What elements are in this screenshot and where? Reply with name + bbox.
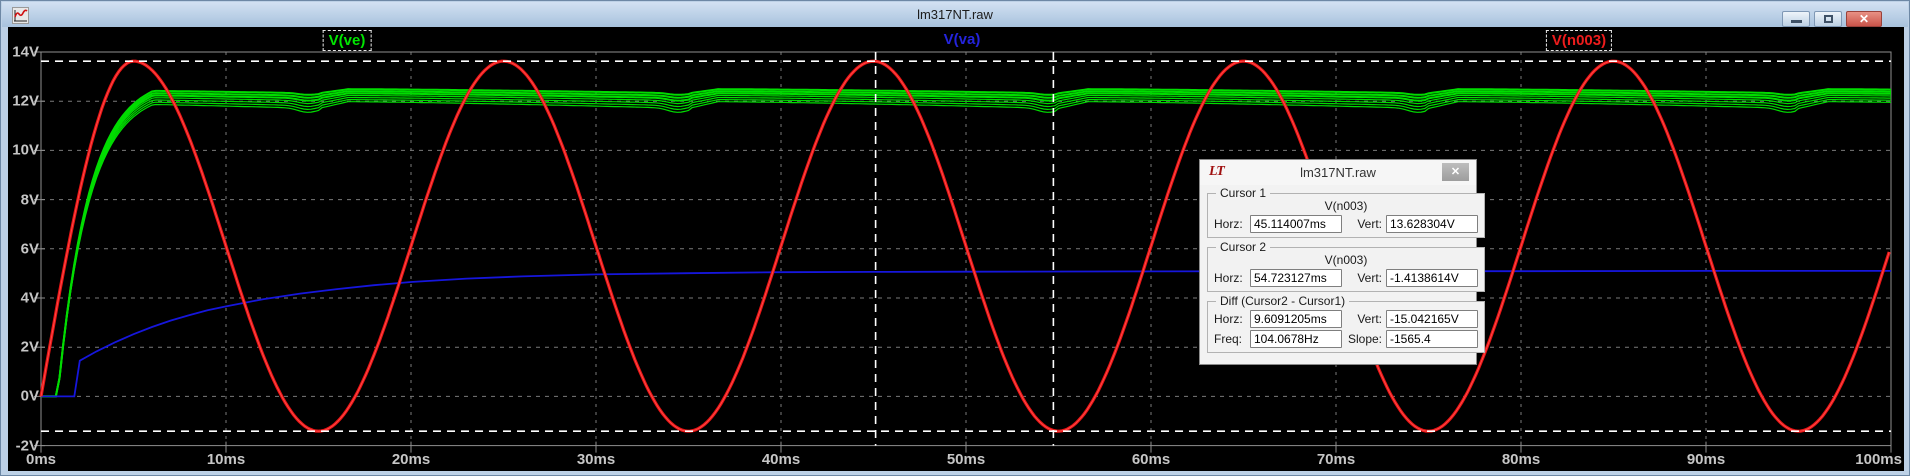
y-axis-tick-label: 14V [9, 44, 39, 61]
y-axis-tick-label: 6V [9, 240, 39, 257]
y-axis-tick-label: 0V [9, 388, 39, 405]
plot-pane[interactable]: 14V12V10V8V6V4V2V0V-2V0ms10ms20ms30ms40m… [8, 27, 1904, 471]
x-axis-tick-label: 50ms [947, 451, 985, 468]
x-axis-tick-label: 30ms [577, 451, 615, 468]
diff-freq-label: Freq: [1214, 332, 1250, 346]
cursor2-horz-label: Horz: [1214, 271, 1250, 285]
diff-slope-label: Slope: [1342, 332, 1382, 346]
cursor1-vert-label: Vert: [1342, 217, 1382, 231]
diff-horz-label: Horz: [1214, 312, 1250, 326]
restore-button[interactable] [1814, 11, 1842, 27]
cursor2-group: Cursor 2 V(n003) Horz: Vert: [1207, 240, 1485, 292]
waveform-chart[interactable] [8, 27, 1904, 471]
window-title: lm317NT.raw [2, 7, 1908, 22]
x-axis-tick-label: 20ms [392, 451, 430, 468]
x-axis-tick-label: 70ms [1317, 451, 1355, 468]
diff-horz-field[interactable] [1250, 310, 1342, 328]
y-axis-tick-label: 8V [9, 191, 39, 208]
cursor-dialog-title: lm317NT.raw [1200, 165, 1476, 180]
x-axis-tick-label: 0ms [26, 451, 56, 468]
diff-slope-field[interactable] [1386, 330, 1478, 348]
diff-vert-field[interactable] [1386, 310, 1478, 328]
cursor1-signal: V(n003) [1214, 199, 1478, 213]
trace-label-vva[interactable]: V(va) [939, 30, 986, 49]
restore-icon [1824, 15, 1833, 23]
diff-group: Diff (Cursor2 - Cursor1) Horz: Vert: Fre… [1207, 294, 1485, 353]
x-axis-tick-label: 100ms [1855, 451, 1902, 468]
diff-group-label: Diff (Cursor2 - Cursor1) [1216, 294, 1349, 308]
cursor-dialog-close-button[interactable]: ✕ [1442, 163, 1469, 181]
x-axis-tick-label: 90ms [1687, 451, 1725, 468]
minimize-button[interactable] [1782, 11, 1810, 27]
x-axis-tick-label: 40ms [762, 451, 800, 468]
cursor1-horz-label: Horz: [1214, 217, 1250, 231]
trace-vn003 [41, 61, 1889, 431]
trace-label-vve[interactable]: V(ve) [323, 30, 372, 51]
diff-freq-field[interactable] [1250, 330, 1342, 348]
y-axis-tick-label: 12V [9, 93, 39, 110]
close-button[interactable]: ✕ [1846, 11, 1882, 27]
cursor2-signal: V(n003) [1214, 253, 1478, 267]
x-axis-tick-label: 60ms [1132, 451, 1170, 468]
cursor2-vert-label: Vert: [1342, 271, 1382, 285]
minimize-icon [1791, 20, 1802, 23]
y-axis-tick-label: 10V [9, 142, 39, 159]
cursor2-vert-field[interactable] [1386, 269, 1478, 287]
x-axis-tick-label: 10ms [207, 451, 245, 468]
cursor-dialog-titlebar[interactable]: LT lm317NT.raw ✕ [1200, 160, 1476, 185]
y-axis-tick-label: 2V [9, 339, 39, 356]
cursor1-group-label: Cursor 1 [1216, 186, 1270, 200]
x-axis-tick-label: 80ms [1502, 451, 1540, 468]
waveform-viewer-window: lm317NT.raw ✕ 14V12V10V8V6V4V2V0V-2V0ms1… [0, 0, 1910, 476]
cursor-dialog[interactable]: LT lm317NT.raw ✕ Cursor 1 V(n003) Horz: … [1199, 159, 1477, 365]
cursor2-group-label: Cursor 2 [1216, 240, 1270, 254]
cursor2-horz-field[interactable] [1250, 269, 1342, 287]
trace-label-vn003[interactable]: V(n003) [1546, 30, 1612, 51]
title-bar[interactable]: lm317NT.raw ✕ [2, 2, 1908, 27]
cursor1-vert-field[interactable] [1386, 215, 1478, 233]
close-icon: ✕ [1859, 13, 1869, 25]
diff-vert-label: Vert: [1342, 312, 1382, 326]
y-axis-tick-label: 4V [9, 290, 39, 307]
cursor1-group: Cursor 1 V(n003) Horz: Vert: [1207, 186, 1485, 238]
cursor1-horz-field[interactable] [1250, 215, 1342, 233]
